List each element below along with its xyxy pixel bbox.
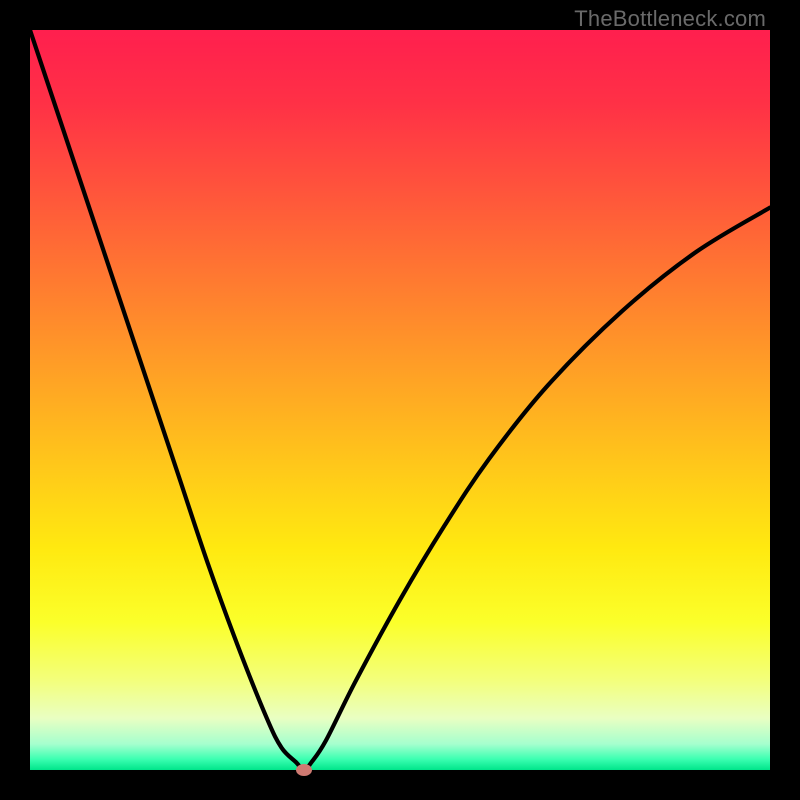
curve-layer [30,30,770,770]
watermark-text: TheBottleneck.com [574,6,766,32]
chart-frame: TheBottleneck.com [0,0,800,800]
optimal-point-marker [296,764,312,776]
bottleneck-curve [30,30,770,770]
